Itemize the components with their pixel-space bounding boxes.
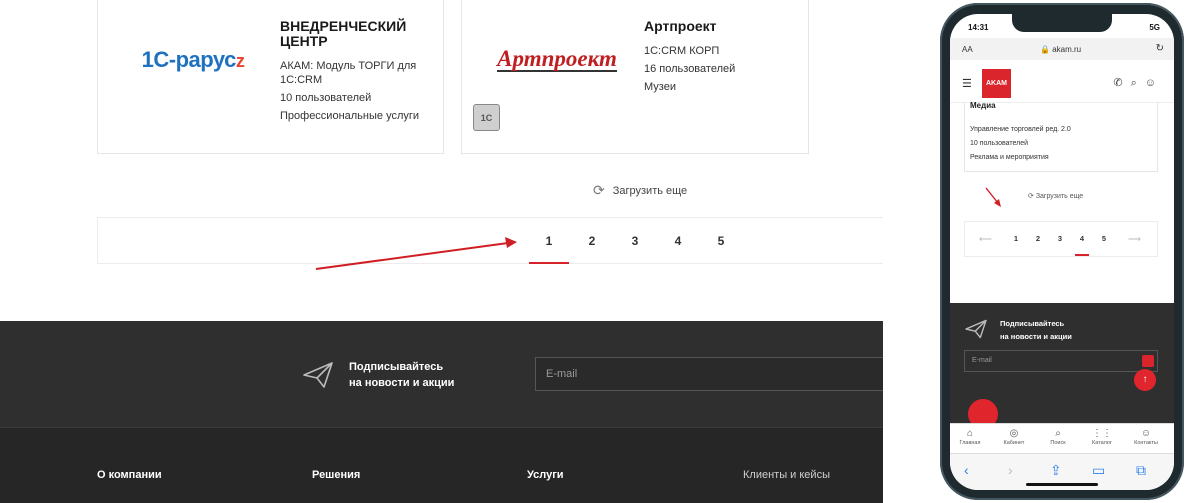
tab-contacts[interactable]: ☺ Контакты (1126, 427, 1166, 446)
tab-home[interactable]: ⌂ Главная (950, 427, 990, 446)
grid-icon: ⋮⋮ (1092, 428, 1112, 439)
tabs-icon[interactable]: ⧉ (1136, 462, 1146, 479)
mobile-tab-bar: ⌂ Главная ◎ Кабинет ⌕ Поиск ⋮⋮ Каталог ☺ Конт… (950, 423, 1174, 453)
page-link-2[interactable]: 2 (1030, 222, 1046, 256)
tab-search[interactable]: ⌕ Поиск (1038, 427, 1078, 446)
paper-plane-icon (965, 319, 987, 339)
footer-solutions-link[interactable]: Решения (312, 469, 360, 481)
page-link-1[interactable]: 1 (1008, 222, 1024, 256)
home-indicator (1026, 483, 1098, 486)
footer: О компании Решения Услуги Клиенты и кейс… (0, 427, 883, 503)
paper-plane-icon (303, 362, 333, 388)
phone-mockup: 14:31 5G AA 🔒 akam.ru ↻ ☰ AKAM ✆⌕☺ Медиа… (940, 3, 1184, 500)
tab-cabinet[interactable]: ◎ Кабинет (994, 427, 1034, 446)
footer-about-link[interactable]: О компании (97, 469, 162, 481)
email-field[interactable]: E-mail (964, 350, 1158, 372)
next-arrow-icon[interactable]: ⟶ (1128, 234, 1141, 245)
scroll-top-button[interactable]: ↑ (1134, 369, 1156, 391)
bookmarks-icon[interactable]: ▭ (1092, 462, 1105, 479)
email-field[interactable]: E-mail (535, 357, 883, 391)
page-link-3[interactable]: 3 (1052, 222, 1068, 256)
footer-services-link[interactable]: Услуги (527, 469, 564, 481)
share-icon[interactable]: ⇪ (1050, 462, 1062, 479)
back-icon[interactable]: ‹ (964, 462, 969, 478)
load-more-button[interactable]: ⟳ Загрузить еще (1028, 192, 1083, 200)
prev-arrow-icon[interactable]: ⟵ (979, 234, 992, 245)
home-icon: ⌂ (966, 428, 974, 439)
subscribe-bar: Подписывайтесь на новости и акции E-mail… (950, 303, 1174, 429)
tab-catalog[interactable]: ⋮⋮ Каталог (1082, 427, 1122, 446)
desktop-page: 1С-рарусz ВНЕДРЕНЧЕСКИЙ ЦЕНТР АКАМ: Моду… (0, 0, 883, 503)
page-link-5[interactable]: 5 (1096, 222, 1112, 256)
forward-icon[interactable]: › (1008, 462, 1013, 478)
subscribe-text: Подписывайтесь на новости и акции (1000, 319, 1072, 341)
footer-clients-link[interactable]: Клиенты и кейсы (743, 469, 830, 481)
send-icon[interactable] (1142, 355, 1154, 367)
subscribe-bar: Подписывайтесь на новости и акции E-mail (0, 321, 883, 427)
search-icon: ⌕ (1055, 428, 1061, 439)
page-link-4[interactable]: 4 (1074, 222, 1090, 256)
phone-screen: 14:31 5G AA 🔒 akam.ru ↻ ☰ AKAM ✆⌕☺ Медиа… (950, 14, 1174, 490)
cabinet-icon: ◎ (1009, 428, 1019, 439)
subscribe-text: Подписывайтесь на новости и акции (349, 361, 455, 389)
contacts-icon: ☺ (1140, 428, 1152, 439)
pagination: ⟵ 1 2 3 4 5 ⟶ (964, 221, 1158, 257)
